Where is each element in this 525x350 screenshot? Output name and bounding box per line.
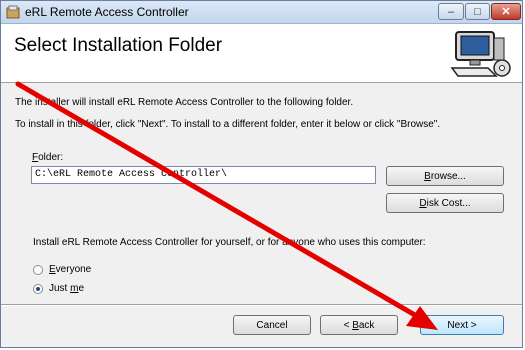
footer-separator — [1, 304, 522, 306]
close-button[interactable]: ✕ — [491, 3, 521, 20]
computer-icon — [450, 31, 511, 77]
everyone-label[interactable]: Everyone — [49, 264, 91, 275]
maximize-icon: □ — [474, 5, 481, 18]
just-me-label[interactable]: Just me — [49, 283, 84, 294]
close-icon: ✕ — [501, 6, 511, 18]
everyone-radio[interactable] — [33, 265, 43, 275]
next-button[interactable]: Next > — [420, 315, 504, 335]
title-bar[interactable]: eRL Remote Access Controller – □ ✕ — [1, 1, 522, 24]
cancel-button[interactable]: Cancel — [233, 315, 311, 335]
installer-app-icon — [6, 5, 20, 19]
just-me-radio[interactable] — [33, 284, 43, 294]
installer-window: eRL Remote Access Controller – □ ✕ Selec… — [0, 0, 523, 348]
minimize-button[interactable]: – — [438, 3, 464, 20]
browse-button[interactable]: Browse... — [386, 166, 504, 186]
window-title: eRL Remote Access Controller — [25, 5, 189, 19]
folder-label: Folder: — [32, 152, 64, 163]
page-title: Select Installation Folder — [14, 35, 223, 56]
back-button[interactable]: < Back — [320, 315, 398, 335]
minimize-icon: – — [447, 5, 455, 18]
intro-text: The installer will install eRL Remote Ac… — [15, 97, 354, 108]
folder-input[interactable]: C:\eRL Remote Access Controller\ — [31, 166, 376, 184]
instructions-text: To install in this folder, click "Next".… — [15, 119, 441, 130]
disk-cost-button[interactable]: Disk Cost... — [386, 193, 504, 213]
install-for-text: Install eRL Remote Access Controller for… — [33, 237, 426, 248]
maximize-button[interactable]: □ — [465, 3, 490, 20]
wizard-header: Select Installation Folder — [1, 24, 522, 83]
